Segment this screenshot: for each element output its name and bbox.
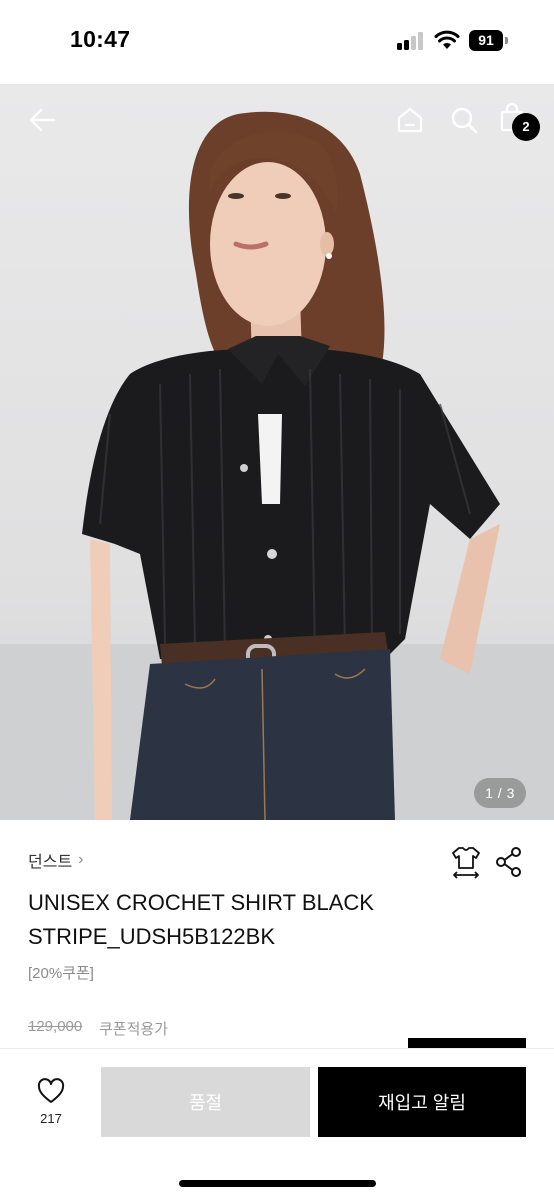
brand-link[interactable]: 던스트 › xyxy=(28,848,84,872)
battery-level: 91 xyxy=(469,30,503,51)
soldout-button: 품절 xyxy=(101,1067,310,1137)
coupon-price-label: 쿠폰적용가 xyxy=(99,1021,169,1038)
heart-icon xyxy=(37,1078,65,1103)
restock-alert-button[interactable]: 재입고 알림 xyxy=(318,1067,526,1137)
battery-icon: 91 xyxy=(469,30,509,51)
back-arrow-icon xyxy=(29,108,56,132)
like-button[interactable]: 217 xyxy=(24,1078,78,1132)
product-title: UNISEX CROCHET SHIRT BLACK STRIPE_UDSH5B… xyxy=(28,890,374,949)
brand-name: 던스트 xyxy=(28,854,73,871)
status-bar: 10:47 91 xyxy=(0,0,554,84)
gallery-page-indicator: 1 / 3 xyxy=(474,778,526,808)
home-button[interactable] xyxy=(390,100,430,140)
home-indicator xyxy=(179,1180,376,1187)
coupon-download-button-partial[interactable] xyxy=(408,1038,526,1048)
original-price: 129,000 xyxy=(28,1018,83,1035)
back-button[interactable] xyxy=(22,100,62,140)
product-photo xyxy=(0,111,554,820)
home-icon xyxy=(397,107,423,133)
like-count: 217 xyxy=(40,1111,62,1126)
cellular-signal-icon xyxy=(397,32,425,50)
search-icon xyxy=(451,107,478,134)
chevron-right-icon: › xyxy=(78,851,84,868)
share-icon[interactable] xyxy=(494,846,524,878)
coupon-tag: [20%쿠폰] xyxy=(28,965,94,982)
size-guide-icon[interactable] xyxy=(448,844,484,880)
wifi-icon xyxy=(434,30,460,49)
search-button[interactable] xyxy=(444,100,484,140)
cart-count-badge: 2 xyxy=(512,113,540,141)
product-image-gallery[interactable] xyxy=(0,84,554,820)
status-time: 10:47 xyxy=(70,26,131,52)
